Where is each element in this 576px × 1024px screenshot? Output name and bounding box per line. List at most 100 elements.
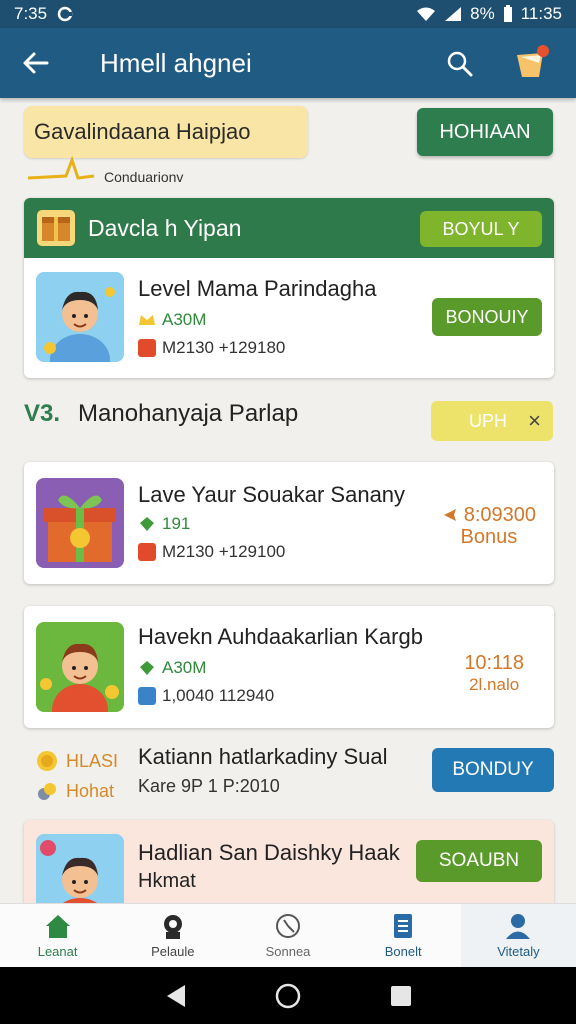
app-notification-icon — [57, 6, 73, 22]
arrow-left-icon — [23, 52, 49, 74]
status-time-right: 11:35 — [520, 4, 562, 23]
time-info: 10:118 2l.nalo — [464, 652, 524, 696]
gem-icon — [140, 661, 154, 675]
banner-title: Gavalindaana Haipjao — [34, 119, 251, 144]
time-label: 2l.nalo — [469, 675, 520, 694]
section-title: Manohanyaja Parlap — [78, 400, 299, 427]
list-item[interactable]: HLASI Hohat Katiann hatlarkadiny Sual Ka… — [24, 738, 554, 814]
nav-label-clock: Sonnea — [265, 944, 311, 959]
gift-box-icon — [36, 478, 124, 568]
nav-item-home[interactable]: Leanat — [0, 904, 115, 967]
item-meta-secondary: 1,0040 112940 — [138, 686, 274, 706]
nav-label-home: Leanat — [37, 944, 78, 959]
avatar — [36, 272, 124, 362]
search-button[interactable] — [440, 44, 480, 84]
system-navigation-bar — [0, 967, 576, 1024]
card-header-button[interactable]: BOYUL Y — [420, 211, 542, 247]
avatar — [36, 622, 124, 712]
item-meta-secondary-text: M2130 +129100 — [162, 542, 286, 561]
list-item[interactable]: Lave Yaur Souakar Sanany 191 M2130 +1291… — [24, 462, 554, 584]
status-time-left: 7:35 — [14, 4, 48, 23]
banner-note-text: Conduarionv — [104, 169, 184, 185]
promo-banner: Gavalindaana Haipjao — [24, 106, 308, 158]
gift-image — [36, 478, 124, 568]
item-name: Lave Yaur Souakar Sanany — [138, 482, 406, 507]
item-action-button[interactable]: SOAUBN — [416, 840, 542, 882]
app-title: Hmell ahgnei — [100, 47, 252, 78]
banner-button[interactable]: HOHIAAN — [417, 108, 553, 156]
treasure-box-icon — [37, 210, 75, 246]
back-button[interactable] — [0, 28, 70, 98]
wifi-icon — [417, 7, 436, 21]
item-name: Hadlian San Daishky Haak — [138, 840, 400, 865]
list-item[interactable]: Hadlian San Daishky Haak Hkmat SOAUBN — [24, 820, 554, 903]
gem-icon — [140, 517, 154, 531]
person-icon — [506, 914, 531, 939]
item-meta-secondary-text: 1,0040 112940 — [162, 686, 275, 705]
item-meta-primary-text: A30M — [162, 310, 207, 329]
card-header: Davcla h Yipan BOYUL Y — [24, 198, 554, 258]
home-icon — [45, 915, 70, 938]
avatar — [36, 834, 124, 903]
item-action-button[interactable]: BONOUIY — [432, 298, 542, 336]
item-subtitle: Hkmat — [138, 870, 196, 892]
basket-icon — [517, 45, 549, 77]
battery-icon — [503, 5, 512, 22]
document-icon — [394, 914, 413, 938]
item-name: Havekn Auhdaakarlian Kargb — [138, 624, 423, 649]
close-icon[interactable]: × — [528, 408, 541, 434]
basket-button[interactable] — [512, 42, 552, 82]
list-item[interactable]: Havekn Auhdaakarlian Kargb A30M 1,0040 1… — [24, 606, 554, 728]
item-meta-primary: 191 — [138, 514, 190, 534]
boy-avatar-icon — [36, 834, 124, 903]
time-value: 10:118 — [464, 652, 524, 674]
search-icon — [447, 51, 473, 77]
status-bar: 7:35 8% 11:35 — [0, 0, 576, 28]
nav-label-person: Vitetaly — [497, 944, 540, 959]
bonus-label: Bonus — [460, 526, 518, 548]
battery-percent: 8% — [470, 4, 495, 23]
tag-icon — [138, 339, 156, 357]
item-meta-primary-text: 191 — [162, 514, 191, 533]
card-header-title: Davcla h Yipan — [88, 214, 242, 241]
bonus-info: 8:09300 Bonus — [442, 504, 536, 548]
lightning-icon — [27, 156, 95, 180]
list-item[interactable]: Level Mama Parindagha A30M M2130 +129180… — [24, 258, 554, 376]
back-triangle-icon[interactable] — [163, 983, 187, 1009]
boy-avatar-icon — [36, 622, 124, 712]
coins-stack-icon — [38, 783, 56, 800]
coin-icon — [37, 751, 57, 771]
item-name: Level Mama Parindagha — [138, 276, 377, 301]
section-chip-label: UPH — [469, 410, 508, 431]
nav-item-profile[interactable]: Pelaule — [115, 904, 230, 967]
nav-label-profile: Pelaule — [151, 944, 195, 959]
crown-icon — [139, 315, 155, 325]
nav-item-person[interactable]: Vitetaly — [460, 904, 576, 967]
signal-icon — [445, 7, 462, 21]
recents-square-icon[interactable] — [389, 984, 413, 1008]
app-bar: Hmell ahgnei — [0, 28, 576, 98]
nav-item-document[interactable]: Bonelt — [346, 904, 461, 967]
tag-icon — [138, 543, 156, 561]
section-number: V3. — [24, 400, 61, 427]
item-meta-primary: A30M — [138, 658, 206, 678]
banner-note: Conduarionv — [26, 156, 183, 186]
bonus-value: 8:09300 — [463, 504, 536, 526]
profile-icon — [163, 915, 182, 939]
section-chip[interactable]: UPH × — [431, 401, 553, 441]
bottom-navigation: Leanat Pelaule Sonnea Bonelt Vitetaly — [0, 903, 576, 967]
item-meta-secondary: M2130 +129100 — [138, 542, 285, 562]
item-meta-secondary-text: M2130 +129180 — [162, 338, 286, 357]
item-action-button[interactable]: BONDUY — [432, 748, 554, 792]
item-subtitle: Kare 9P 1 P:2010 — [138, 776, 280, 796]
arrow-left-icon — [443, 509, 456, 521]
section-header: V3. Manohanyaja Parlap — [24, 400, 298, 428]
row-label-2: Hohat — [66, 780, 115, 801]
clock-icon — [276, 914, 300, 938]
nav-label-document: Bonelt — [384, 944, 422, 959]
tag-icon — [138, 687, 156, 705]
nav-item-clock[interactable]: Sonnea — [230, 904, 345, 967]
content-area: Gavalindaana Haipjao HOHIAAN Conduarionv… — [0, 98, 576, 903]
home-circle-icon[interactable] — [274, 982, 302, 1010]
boy-avatar-icon — [36, 272, 124, 362]
